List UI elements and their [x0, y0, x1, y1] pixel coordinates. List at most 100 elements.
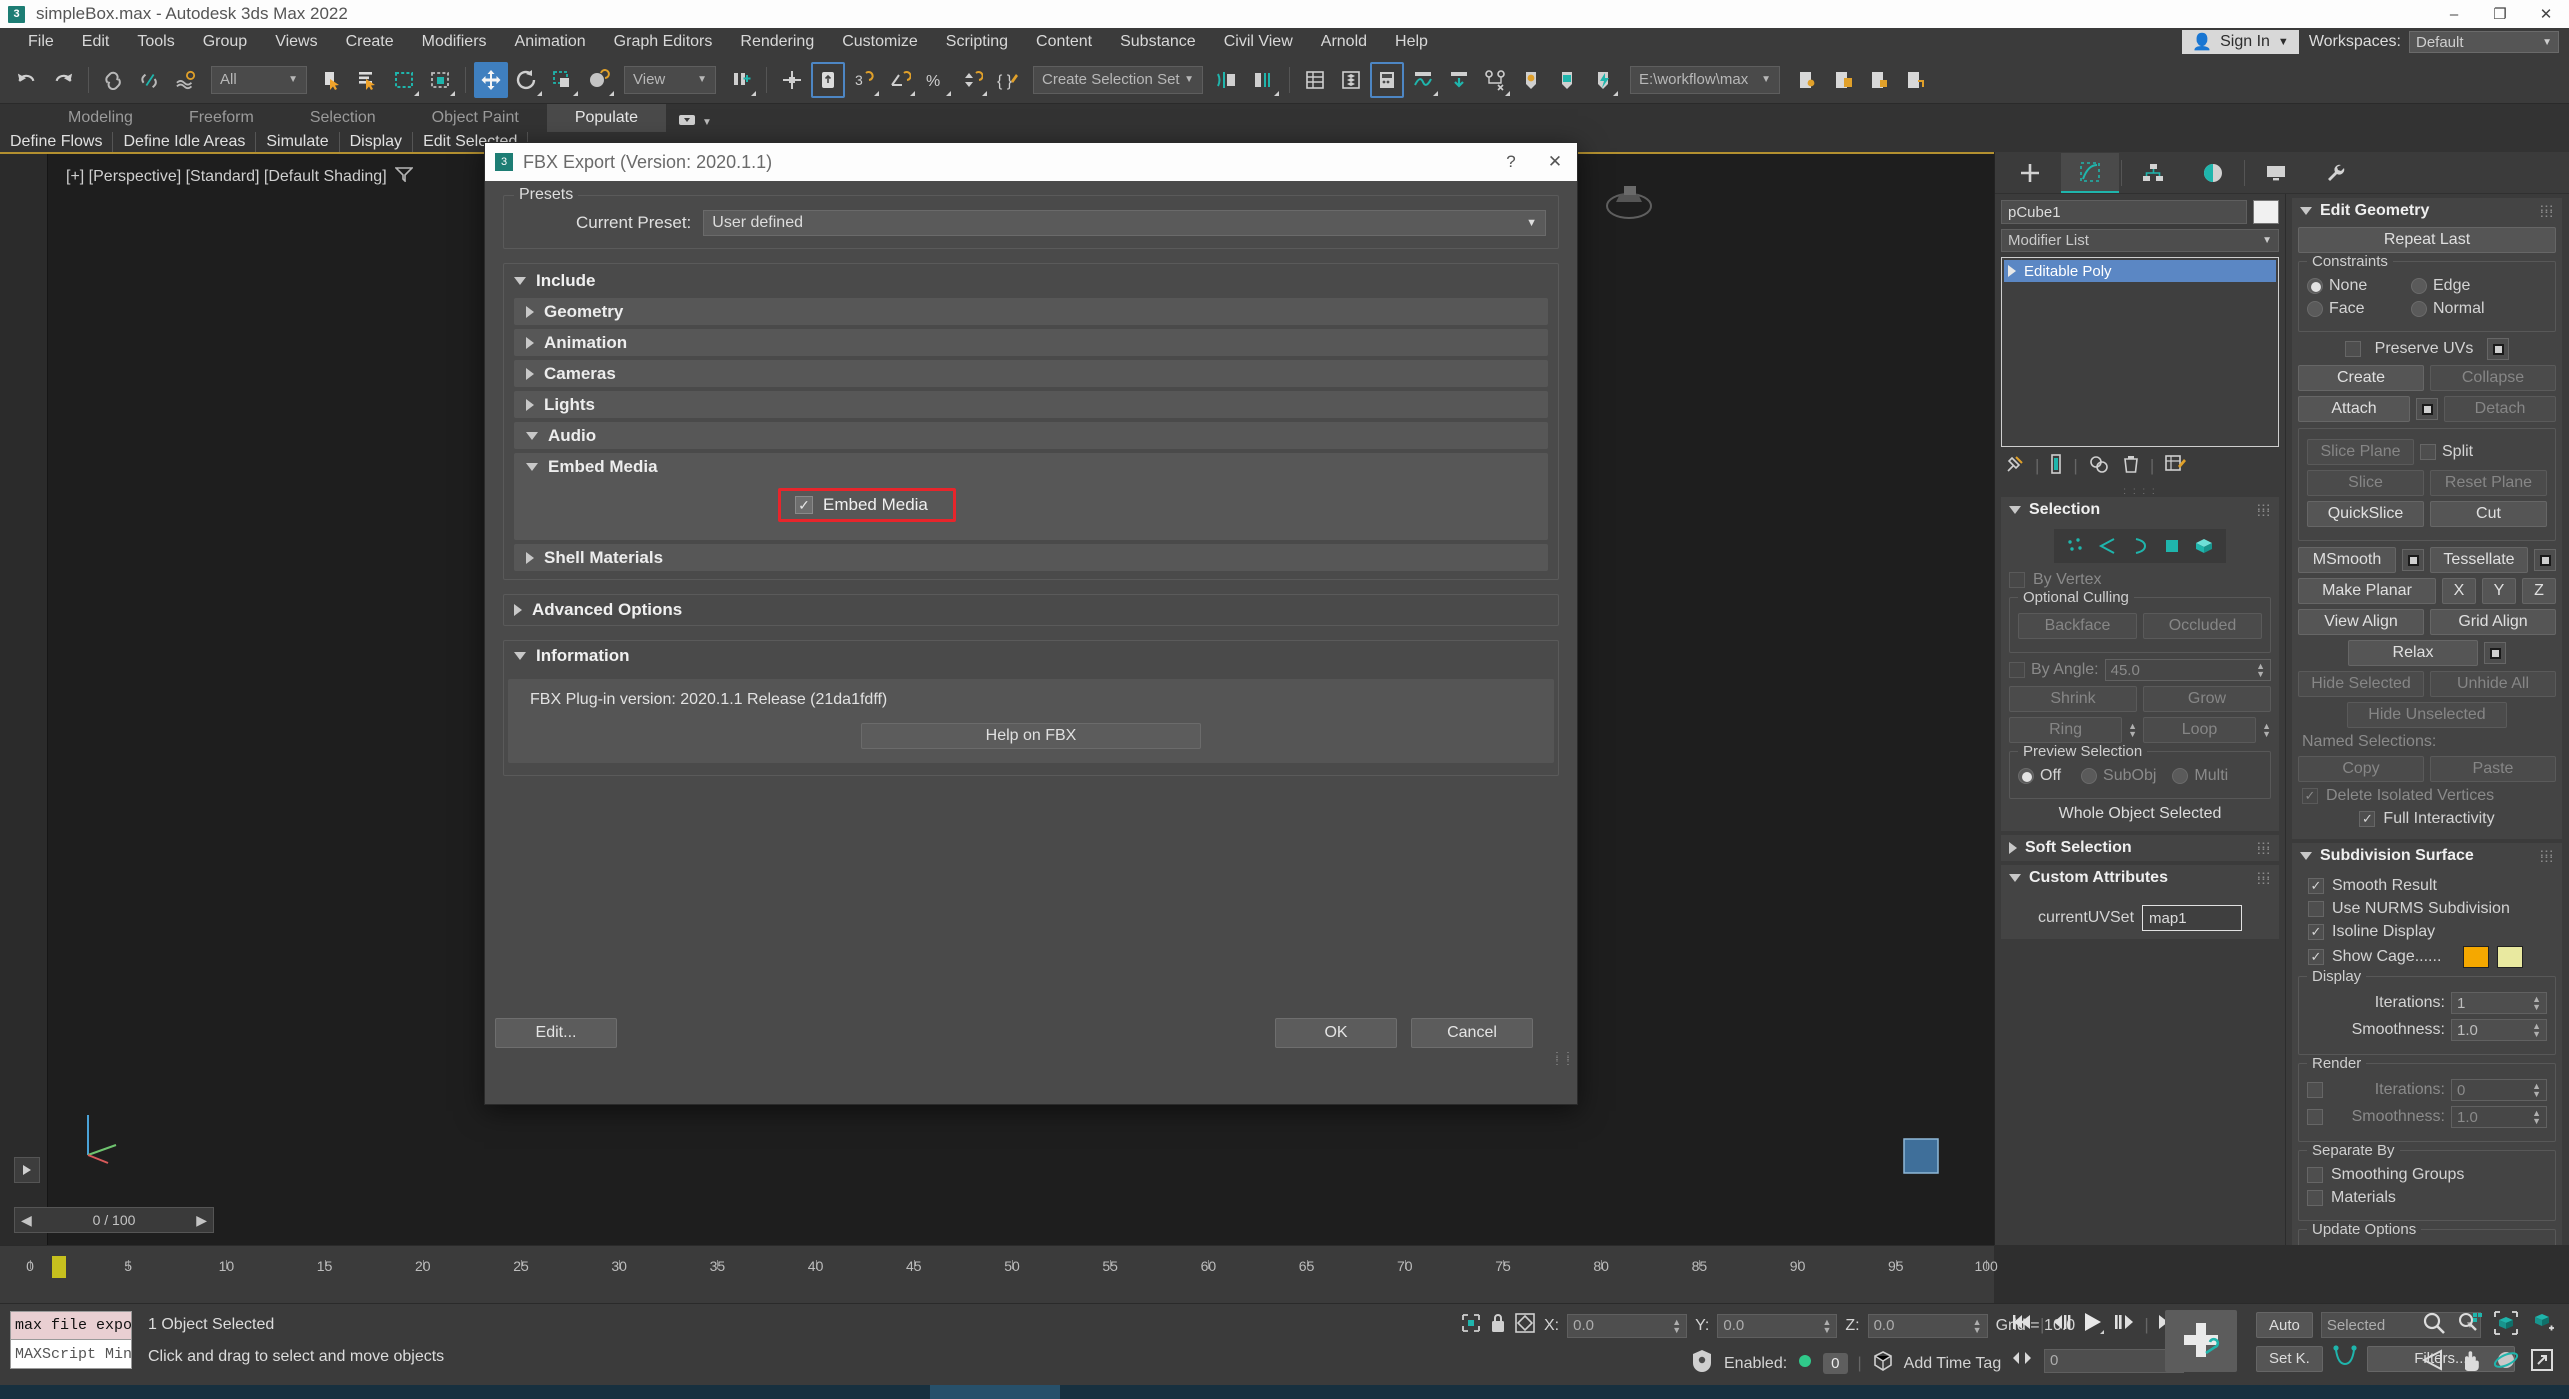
viewport-play-button[interactable]	[14, 1157, 40, 1183]
smoothing-groups-checkbox[interactable]: Smoothing Groups	[2307, 1166, 2547, 1184]
next-frame-icon[interactable]: ▶	[196, 1212, 207, 1229]
hierarchy-tab[interactable]	[2124, 153, 2182, 193]
information-header[interactable]: Information	[508, 643, 1554, 669]
maxscript-prompt[interactable]: max file expor	[10, 1311, 132, 1340]
edit-button[interactable]: Edit...	[495, 1018, 617, 1048]
cameras-subsection[interactable]: Cameras	[514, 360, 1548, 387]
time-slider-handle[interactable]	[52, 1256, 66, 1278]
keyframe-mode-icon[interactable]	[1690, 1348, 1714, 1379]
set-key-button[interactable]	[2165, 1310, 2237, 1372]
play-animation-icon[interactable]	[2080, 1310, 2106, 1339]
full-interactivity-checkbox[interactable]: ✓ Full Interactivity	[2298, 810, 2556, 828]
embed-media-header[interactable]: Embed Media	[514, 453, 1548, 480]
menu-modifiers[interactable]: Modifiers	[408, 28, 501, 56]
maxscript-listener[interactable]: max file expor MAXScript Mini	[10, 1311, 132, 1369]
collapse-arrow-icon[interactable]	[2300, 207, 2312, 215]
make-planar-x-button[interactable]: X	[2442, 578, 2476, 604]
timeline[interactable]: 0 5 10 15 20 25 30 35 40 45 50 55 60 65 …	[0, 1245, 1998, 1303]
ribbon-tab-modeling[interactable]: Modeling	[40, 104, 161, 132]
curve-editor-icon[interactable]	[1406, 62, 1440, 98]
attach-settings-icon[interactable]	[2416, 398, 2438, 420]
filter-icon[interactable]	[393, 166, 414, 187]
render-setup-icon[interactable]	[1514, 62, 1548, 98]
collapse-arrow-icon[interactable]	[2009, 506, 2021, 514]
collapse-button[interactable]: Collapse	[2430, 365, 2556, 391]
ribbon-tab-selection[interactable]: Selection	[282, 104, 404, 132]
select-and-link-icon[interactable]	[97, 62, 131, 98]
preview-off-radio[interactable]	[2018, 768, 2034, 784]
ok-button[interactable]: OK	[1275, 1018, 1397, 1048]
open-file-icon[interactable]	[1790, 62, 1824, 98]
expand-arrow-icon[interactable]	[526, 367, 534, 380]
embed-media-checkbox[interactable]: ✓	[795, 496, 813, 514]
preserve-uvs-checkbox[interactable]	[2344, 341, 2361, 357]
field-of-view-icon[interactable]	[2421, 1347, 2447, 1378]
menu-views[interactable]: Views	[261, 28, 331, 56]
spinner-arrows-icon[interactable]: ▲▼	[2256, 662, 2265, 679]
constraint-edge-radio[interactable]	[2411, 278, 2427, 294]
smooth-result-checkbox[interactable]: ✓ Smooth Result	[2308, 877, 2556, 895]
menu-content[interactable]: Content	[1022, 28, 1106, 56]
vertex-icon[interactable]	[2062, 533, 2090, 559]
lights-subsection[interactable]: Lights	[514, 391, 1548, 418]
spinner-arrows-icon[interactable]: ▲▼	[2532, 1022, 2541, 1039]
modifier-list-dropdown[interactable]: Modifier List ▼	[2001, 229, 2279, 252]
auto-key-button[interactable]: Auto	[2256, 1312, 2313, 1338]
menu-civil-view[interactable]: Civil View	[1210, 28, 1307, 56]
copy-button[interactable]: Copy	[2298, 756, 2424, 782]
ribbon-subtab-define-idle-areas[interactable]: Define Idle Areas	[113, 132, 257, 152]
ribbon-subtab-define-flows[interactable]: Define Flows	[0, 132, 114, 152]
paste-button[interactable]: Paste	[2430, 756, 2556, 782]
ring-spinner-icon[interactable]: ▲ ▼	[2128, 722, 2137, 739]
spinner-arrows-icon[interactable]: ▲▼	[1672, 1317, 1681, 1334]
prev-next-frame-icon[interactable]	[2010, 1348, 2036, 1373]
by-angle-checkbox[interactable]	[2009, 662, 2025, 678]
embed-media-subsection[interactable]: Embed Media ✓ Embed Media	[514, 453, 1548, 540]
menu-help[interactable]: Help	[1381, 28, 1442, 56]
geometry-subsection[interactable]: Geometry	[514, 298, 1548, 325]
x-coord-input[interactable]: 0.0 ▲ ▼	[1567, 1313, 1688, 1338]
slice-plane-button[interactable]: Slice Plane	[2307, 439, 2414, 465]
show-end-result-icon[interactable]	[2049, 453, 2063, 480]
spinner-arrows-icon[interactable]: ▲▼	[2532, 1082, 2541, 1099]
modifier-stack[interactable]: Editable Poly	[2001, 257, 2279, 447]
create-tab[interactable]	[2001, 153, 2059, 193]
schematic-view-icon[interactable]	[1478, 62, 1512, 98]
absolute-relative-transform-icon[interactable]	[1514, 1312, 1536, 1339]
cage-color-swatch-2[interactable]	[2497, 946, 2524, 968]
geometry-header[interactable]: Geometry	[514, 298, 1548, 325]
configure-modifier-sets-icon[interactable]	[2164, 454, 2187, 479]
z-coord-input[interactable]: 0.0 ▲ ▼	[1867, 1313, 1988, 1338]
collapse-arrow-icon[interactable]	[2300, 852, 2312, 860]
use-pivot-point-center-icon[interactable]	[724, 62, 758, 98]
view-align-button[interactable]: View Align	[2298, 609, 2424, 635]
bind-to-space-warp-icon[interactable]	[169, 62, 203, 98]
expand-arrow-icon[interactable]	[526, 305, 534, 318]
viewport-label[interactable]: [+] [Perspective] [Standard] [Default Sh…	[66, 166, 414, 187]
ribbon-tab-freeform[interactable]: Freeform	[161, 104, 282, 132]
maxscript-mini-listener[interactable]: MAXScript Mini	[10, 1340, 132, 1369]
collapse-arrow-icon[interactable]	[514, 652, 526, 660]
collapse-arrow-icon[interactable]	[526, 431, 538, 440]
make-unique-icon[interactable]	[2088, 454, 2112, 479]
grid-align-button[interactable]: Grid Align	[2430, 609, 2556, 635]
close-icon[interactable]: ✕	[1533, 143, 1577, 181]
use-selection-center-icon[interactable]	[775, 62, 809, 98]
audio-header[interactable]: Audio	[514, 422, 1548, 449]
loop-spinner-icon[interactable]: ▲ ▼	[2262, 722, 2271, 739]
backface-button[interactable]: Backface	[2018, 613, 2137, 639]
toggle-scene-explorer-icon[interactable]	[1370, 61, 1404, 98]
embed-media-checkbox-row[interactable]: ✓ Embed Media	[778, 488, 956, 522]
dialog-resize-grip[interactable]: ⋮⋮ ⋮⋮	[1552, 1052, 1574, 1067]
ring-button[interactable]: Ring	[2009, 717, 2123, 743]
select-and-place-icon[interactable]	[582, 62, 616, 98]
audio-subsection[interactable]: Audio	[514, 422, 1548, 449]
workspace-select[interactable]: Default ▼	[2409, 31, 2559, 53]
preview-multi-radio[interactable]	[2172, 768, 2189, 784]
cage-color-swatch-1[interactable]	[2463, 946, 2490, 968]
render-iterations-spinner[interactable]: 0 ▲ ▼	[2451, 1079, 2547, 1101]
display-tab[interactable]	[2247, 153, 2305, 193]
polygon-icon[interactable]	[2158, 533, 2186, 559]
constraint-face-radio[interactable]	[2307, 301, 2323, 317]
make-planar-y-button[interactable]: Y	[2482, 578, 2516, 604]
